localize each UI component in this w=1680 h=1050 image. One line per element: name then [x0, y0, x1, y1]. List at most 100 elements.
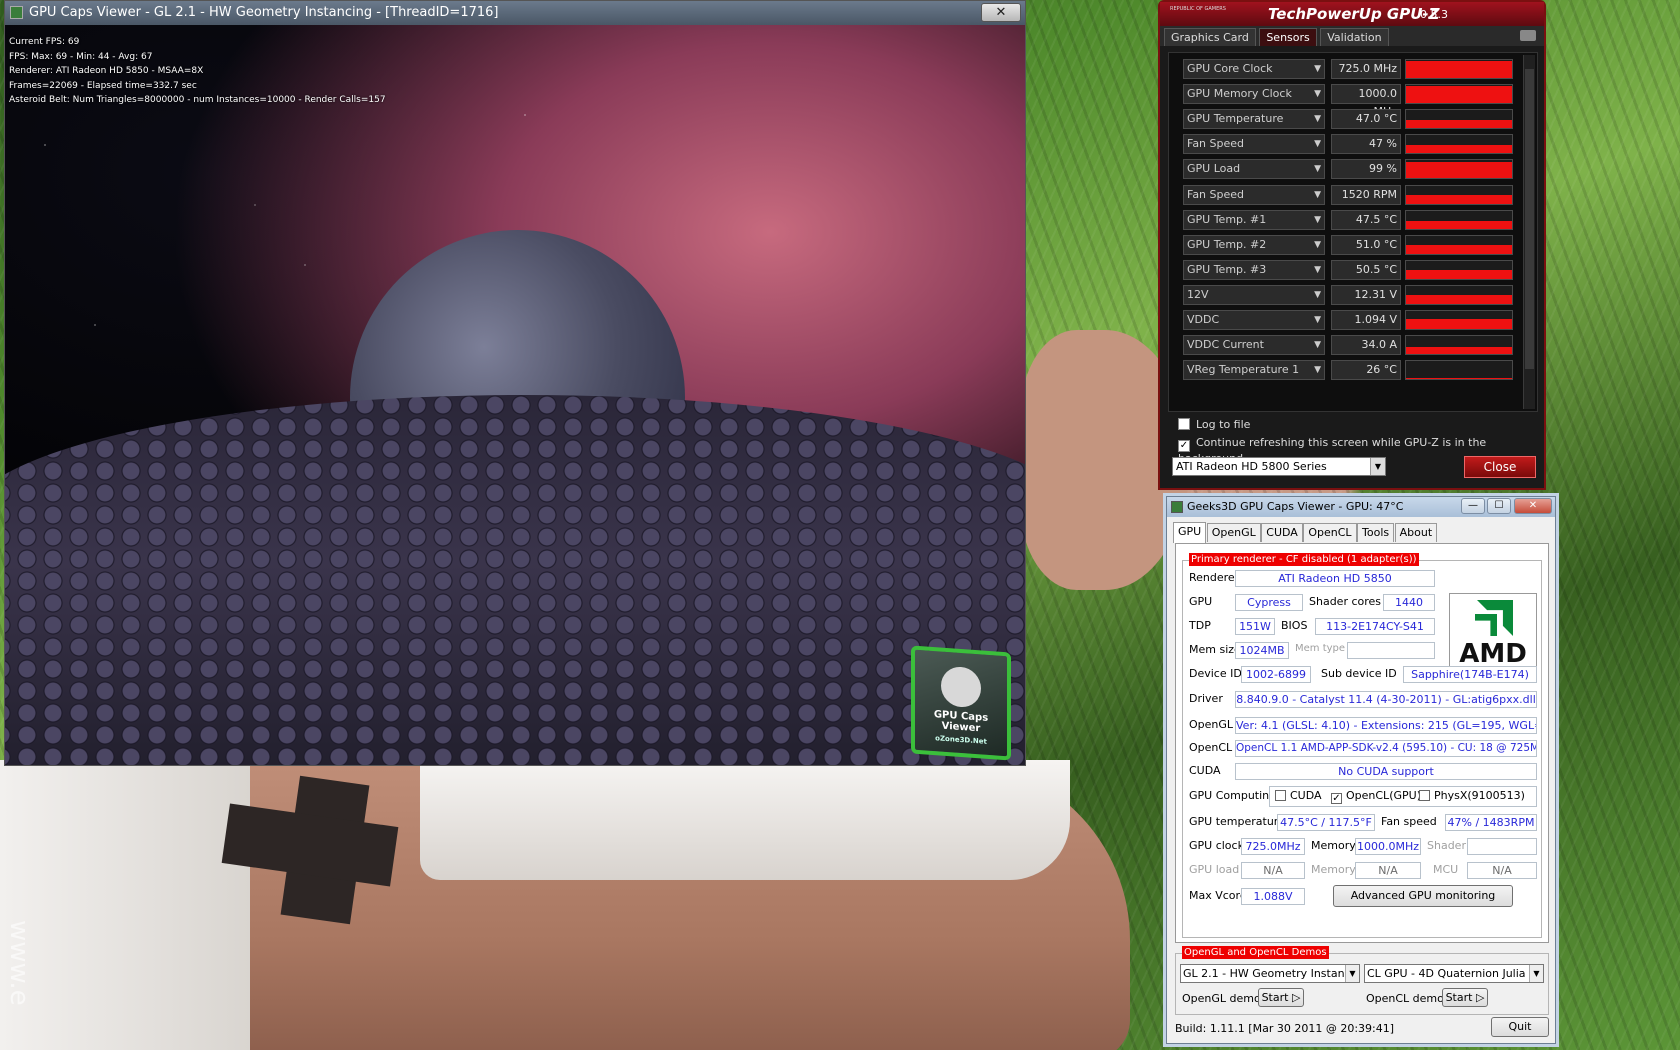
tab-tools[interactable]: Tools [1357, 523, 1395, 542]
caps-window-title: Geeks3D GPU Caps Viewer - GPU: 47°C [1187, 500, 1404, 513]
chevron-down-icon[interactable]: ▼ [1314, 361, 1321, 379]
sensor-name-select[interactable]: GPU Core Clock ▼ [1183, 59, 1325, 79]
chevron-down-icon[interactable]: ▼ [1345, 965, 1359, 982]
sensor-name-select[interactable]: GPU Memory Clock ▼ [1183, 84, 1325, 105]
demo-window[interactable]: GPU Caps Viewer - GL 2.1 - HW Geometry I… [4, 0, 1026, 766]
sensor-value: 12.31 V [1331, 284, 1401, 305]
opencl-gpu-checkbox[interactable]: ✓ OpenCL(GPU) [1331, 789, 1421, 804]
mem-type-label: Mem type [1295, 643, 1346, 654]
minimize-button[interactable]: — [1461, 498, 1485, 514]
tab-opengl[interactable]: OpenGL [1206, 523, 1261, 542]
chevron-down-icon[interactable]: ▼ [1529, 965, 1543, 982]
sensor-graph-fill [1406, 378, 1512, 380]
sensor-scrollbar[interactable] [1523, 55, 1535, 409]
sensor-value: 1000.0 MHz [1331, 84, 1401, 118]
checkbox-box[interactable] [1419, 790, 1430, 801]
memory-clock-label: Memory [1311, 839, 1356, 852]
sensor-graph-fill [1406, 269, 1512, 279]
chevron-down-icon[interactable]: ▼ [1314, 336, 1321, 354]
sub-device-field: Sapphire(174B-E174) [1403, 666, 1537, 683]
sensor-name-select[interactable]: GPU Temp. #3 ▼ [1183, 259, 1325, 280]
tab-validation[interactable]: Validation [1320, 28, 1389, 46]
render-viewport[interactable]: Current FPS: 69 FPS: Max: 69 - Min: 44 -… [5, 25, 1025, 765]
sensor-name-select[interactable]: GPU Temp. #2 ▼ [1183, 234, 1325, 255]
sensor-name: GPU Temp. #3 [1187, 262, 1267, 276]
sensor-name-select[interactable]: GPU Load ▼ [1183, 159, 1325, 180]
maximize-button[interactable]: ☐ [1487, 498, 1511, 514]
sensor-name-select[interactable]: VDDC Current ▼ [1183, 335, 1325, 356]
app-icon [1171, 501, 1183, 513]
opencl-demo-select[interactable]: CL GPU - 4D Quaternion Julia Se ▼ [1364, 964, 1544, 983]
sensor-name-select[interactable]: GPU Temperature ▼ [1183, 109, 1325, 130]
cuda-label: CUDA [1189, 764, 1221, 777]
cuda-checkbox[interactable]: CUDA [1275, 789, 1322, 802]
gpuz-titlebar[interactable]: REPUBLIC OF GAMERS TechPowerUp GPU-Z 0.5… [1160, 2, 1544, 26]
checkbox-box-checked[interactable]: ✓ [1178, 440, 1190, 452]
log-to-file-checkbox[interactable]: Log to file [1178, 418, 1250, 431]
opengl-start-button[interactable]: Start ▷ [1258, 988, 1304, 1007]
sensor-value: 47.0 °C [1331, 109, 1401, 130]
checkbox-box[interactable] [1275, 790, 1286, 801]
tab-graphics-card[interactable]: Graphics Card [1164, 28, 1256, 46]
wallpaper-sleeve [420, 760, 1070, 880]
caps-titlebar[interactable]: Geeks3D GPU Caps Viewer - GPU: 47°C — ☐ … [1167, 497, 1555, 517]
caps-window[interactable]: Geeks3D GPU Caps Viewer - GPU: 47°C — ☐ … [1166, 496, 1556, 1044]
gpuz-window[interactable]: REPUBLIC OF GAMERS TechPowerUp GPU-Z 0.5… [1158, 0, 1546, 490]
adapter-select[interactable]: ATI Radeon HD 5800 Series ▼ [1172, 457, 1386, 476]
demos-group: OpenGL and OpenCL Demos GL 2.1 - HW Geom… [1175, 946, 1549, 1015]
physx-checkbox-label: PhysX(9100513) [1434, 789, 1525, 802]
gpuz-close-button[interactable]: Close [1464, 456, 1536, 478]
chevron-down-icon[interactable]: ▼ [1314, 160, 1321, 178]
sensor-graph [1405, 284, 1513, 305]
quit-button[interactable]: Quit [1491, 1017, 1549, 1037]
tab-cuda[interactable]: CUDA [1261, 523, 1303, 542]
sensor-graph-fill [1406, 294, 1512, 304]
opencl-start-button[interactable]: Start ▷ [1442, 988, 1488, 1007]
sensor-list[interactable]: GPU Core Clock ▼ 725.0 MHz GPU Memory Clock… [1168, 52, 1538, 412]
checkbox-box-checked[interactable]: ✓ [1331, 793, 1342, 804]
chevron-down-icon[interactable]: ▼ [1314, 110, 1321, 128]
driver-field: 8.840.9.0 - Catalyst 11.4 (4-30-2011) - … [1235, 691, 1537, 708]
chevron-down-icon[interactable]: ▼ [1314, 85, 1321, 103]
chevron-down-icon[interactable]: ▼ [1314, 286, 1321, 304]
overlay-line: Asteroid Belt: Num Triangles=8000000 - n… [9, 95, 386, 105]
app-icon [10, 6, 23, 19]
tab-opencl[interactable]: OpenCL [1303, 523, 1357, 542]
sensor-name-select[interactable]: GPU Temp. #1 ▼ [1183, 209, 1325, 230]
checkbox-box[interactable] [1178, 418, 1190, 430]
sensor-name-select[interactable]: VDDC ▼ [1183, 310, 1325, 330]
shader-clock-label: Shader [1427, 839, 1466, 852]
demo-titlebar[interactable]: GPU Caps Viewer - GL 2.1 - HW Geometry I… [5, 1, 1025, 25]
mem-size-label: Mem size [1189, 643, 1241, 656]
tab-sensors[interactable]: Sensors [1259, 28, 1317, 46]
chevron-down-icon[interactable]: ▼ [1314, 211, 1321, 229]
sensor-row: GPU Temp. #3 ▼ 50.5 °C [1183, 259, 1523, 281]
chevron-down-icon[interactable]: ▼ [1314, 236, 1321, 254]
sensor-name-select[interactable]: 12V ▼ [1183, 284, 1325, 305]
chevron-down-icon[interactable]: ▼ [1314, 261, 1321, 279]
advanced-gpu-monitoring-button[interactable]: Advanced GPU monitoring [1333, 885, 1513, 907]
chevron-down-icon[interactable]: ▼ [1314, 60, 1321, 78]
sensor-name-select[interactable]: VReg Temperature 1 ▼ [1183, 360, 1325, 381]
close-button[interactable]: ✕ [1514, 498, 1552, 514]
gpu-temperature-label: GPU temperature [1189, 815, 1285, 828]
tab-gpu[interactable]: GPU [1173, 522, 1207, 543]
sensor-graph [1405, 134, 1513, 155]
physx-checkbox[interactable]: PhysX(9100513) [1419, 789, 1525, 802]
chevron-down-icon[interactable]: ▼ [1370, 458, 1385, 475]
fps-overlay: Current FPS: 69 FPS: Max: 69 - Min: 44 -… [9, 35, 386, 108]
chevron-down-icon[interactable]: ▼ [1314, 135, 1321, 153]
close-button[interactable]: ✕ [981, 3, 1021, 22]
sensor-name-select[interactable]: Fan Speed ▼ [1183, 184, 1325, 205]
sensor-name-select[interactable]: Fan Speed ▼ [1183, 134, 1325, 155]
chevron-down-icon[interactable]: ▼ [1314, 311, 1321, 329]
opengl-demo-select[interactable]: GL 2.1 - HW Geometry Instancing ▼ [1180, 964, 1360, 983]
max-vcore-field: 1.088V [1241, 888, 1305, 905]
chevron-down-icon[interactable]: ▼ [1314, 186, 1321, 204]
gpu-clock-label: GPU clock [1189, 839, 1244, 852]
camera-icon[interactable] [1520, 30, 1536, 41]
scrollbar-thumb[interactable] [1525, 69, 1534, 369]
tab-about[interactable]: About [1394, 523, 1438, 542]
gpuz-tab-bar: Graphics Card Sensors Validation [1160, 26, 1544, 46]
sensor-graph [1405, 59, 1513, 79]
